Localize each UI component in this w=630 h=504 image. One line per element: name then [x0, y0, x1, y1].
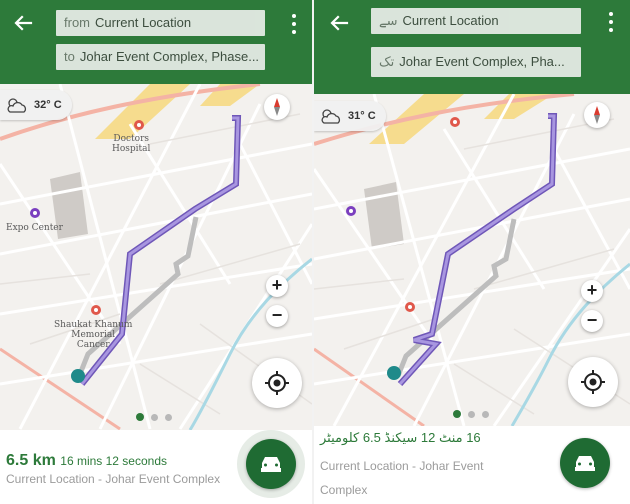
from-field[interactable]: سے Current Location: [371, 8, 581, 34]
map-view[interactable]: 31° C + −: [314, 94, 630, 426]
page-indicator: [136, 413, 176, 424]
poi-doctors-hospital: Doctors Hospital: [112, 134, 151, 154]
left-screen: from Current Location to Johar Event Compl…: [0, 0, 312, 504]
duration-text: 16 mins 12 seconds: [60, 454, 167, 468]
my-location-icon: [265, 371, 289, 395]
my-location-button[interactable]: [568, 357, 618, 407]
to-value: Johar Event Complex, Phase...: [79, 49, 260, 64]
route-info[interactable]: 16 منٹ 12 سیکنڈ 6.5 کلومیٹر Current Loca…: [314, 426, 630, 504]
route-label-line2: Complex: [320, 483, 368, 497]
distance-duration-text: 16 منٹ 12 سیکنڈ 6.5 کلومیٹر: [320, 430, 481, 445]
drive-mode-button[interactable]: [560, 438, 610, 488]
compass-icon[interactable]: [264, 94, 290, 120]
page-indicator: [453, 410, 493, 421]
route-label-line1: Current Location - Johar Event: [320, 459, 484, 473]
more-vert-icon[interactable]: [289, 12, 299, 36]
route-label: Current Location - Johar Event Complex: [6, 472, 221, 486]
car-icon: [261, 457, 281, 472]
zoom-out-button[interactable]: −: [581, 310, 603, 332]
top-bar: سے Current Location تک Johar Event Complex…: [314, 0, 630, 94]
compass-icon[interactable]: [584, 102, 610, 128]
poi-expo-center: Expo Center: [6, 223, 63, 233]
more-vert-icon[interactable]: [606, 10, 616, 34]
back-arrow-icon[interactable]: [326, 10, 352, 36]
back-arrow-icon[interactable]: [10, 10, 36, 36]
top-bar: from Current Location to Johar Event Compl…: [0, 0, 312, 84]
zoom-out-button[interactable]: −: [266, 305, 288, 327]
poi-shaukat-khanum: Shaukat Khanum Memorial Cancer: [54, 320, 133, 350]
to-field[interactable]: تک Johar Event Complex, Pha...: [371, 47, 581, 77]
weather-cloud-sun-icon: [321, 109, 341, 124]
map-view[interactable]: Doctors Hospital Expo Center Shaukat Khan…: [0, 84, 312, 430]
car-icon: [575, 456, 595, 471]
my-location-button[interactable]: [252, 358, 302, 408]
distance-text: 6.5 km: [6, 452, 56, 469]
weather-chip: 32° C: [0, 90, 72, 120]
to-value: Johar Event Complex, Pha...: [399, 54, 565, 69]
weather-chip: 31° C: [314, 101, 386, 131]
from-field[interactable]: from Current Location: [56, 10, 265, 36]
route-info[interactable]: 6.5 km 16 mins 12 seconds Current Locati…: [0, 430, 312, 504]
drive-mode-button[interactable]: [246, 439, 296, 489]
temperature-text: 32° C: [34, 99, 62, 111]
from-value: Current Location: [402, 13, 499, 28]
to-field[interactable]: to Johar Event Complex, Phase...: [56, 44, 265, 70]
right-screen: سے Current Location تک Johar Event Complex…: [314, 0, 630, 504]
from-value: Current Location: [95, 15, 192, 30]
weather-cloud-sun-icon: [7, 98, 27, 113]
my-location-icon: [581, 370, 605, 394]
to-prefix: to: [64, 49, 75, 64]
zoom-in-button[interactable]: +: [266, 275, 288, 297]
from-prefix: سے: [379, 13, 398, 28]
zoom-in-button[interactable]: +: [581, 280, 603, 302]
to-prefix: تک: [379, 54, 395, 69]
from-prefix: from: [64, 15, 90, 30]
temperature-text: 31° C: [348, 110, 376, 122]
